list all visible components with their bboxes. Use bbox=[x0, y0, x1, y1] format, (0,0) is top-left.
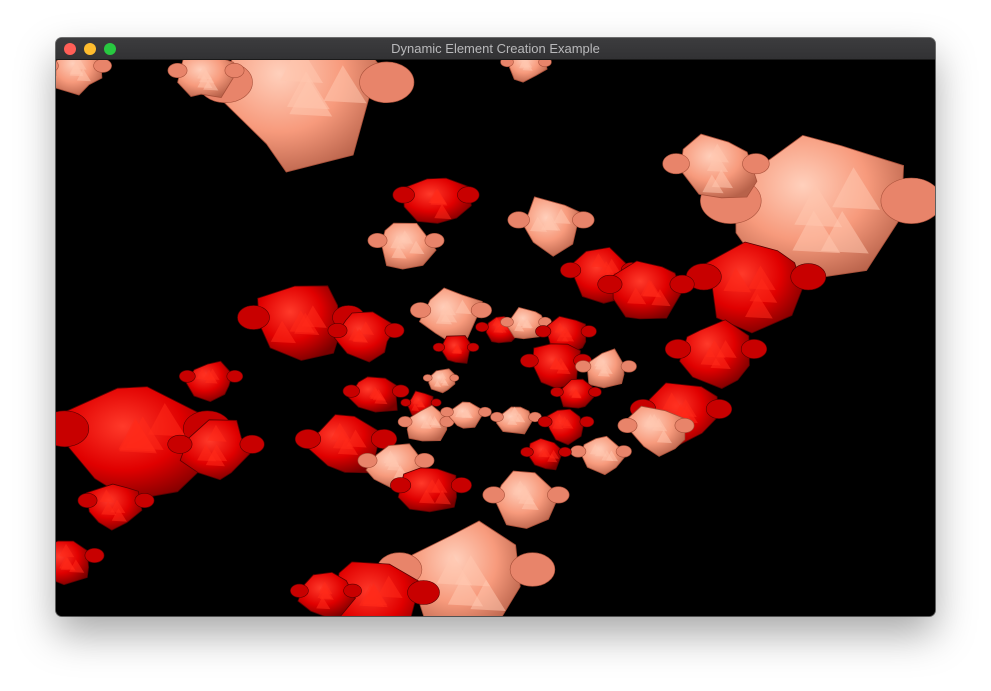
salmon-monkey-mesh bbox=[570, 435, 632, 476]
window-title: Dynamic Element Creation Example bbox=[391, 41, 600, 56]
red-monkey-mesh bbox=[537, 408, 595, 446]
red-monkey-mesh bbox=[342, 376, 410, 413]
red-monkey-mesh bbox=[432, 335, 480, 364]
red-monkey-mesh bbox=[179, 360, 244, 403]
salmon-monkey-mesh bbox=[507, 196, 595, 257]
salmon-monkey-mesh bbox=[482, 470, 570, 529]
red-monkey-mesh bbox=[56, 540, 105, 586]
salmon-monkey-mesh bbox=[56, 60, 112, 96]
title-bar[interactable]: Dynamic Element Creation Example bbox=[56, 38, 935, 60]
app-window: Dynamic Element Creation Example bbox=[56, 38, 935, 616]
scene-canvas bbox=[56, 60, 935, 616]
salmon-monkey-mesh bbox=[490, 406, 542, 435]
salmon-monkey-mesh bbox=[500, 60, 552, 83]
salmon-monkey-mesh bbox=[422, 368, 460, 394]
3d-viewport[interactable] bbox=[56, 60, 935, 616]
red-monkey-mesh bbox=[392, 177, 480, 224]
salmon-monkey-mesh bbox=[367, 222, 445, 270]
salmon-monkey-mesh bbox=[410, 287, 492, 344]
monkey-mesh-group bbox=[56, 60, 935, 616]
